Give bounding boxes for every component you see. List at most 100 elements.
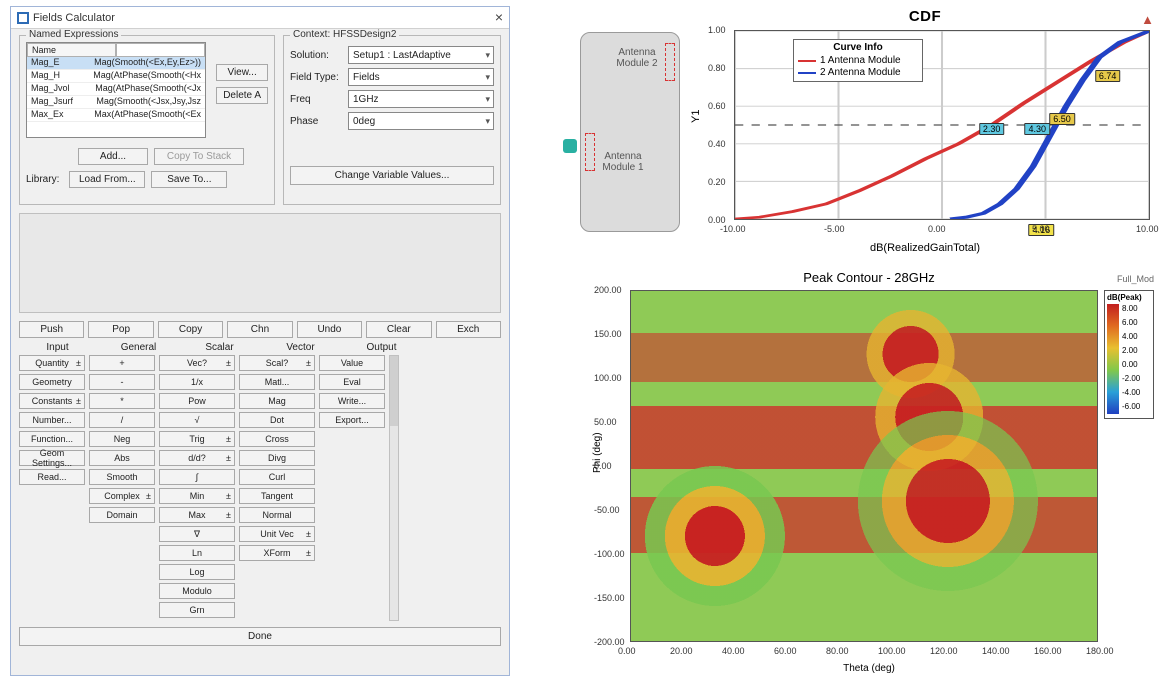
scalar-button[interactable]: Ln — [159, 545, 235, 561]
named-expr-table[interactable]: Name Mag_EMag(Smooth(<Ex,Ey,Ez>)) Mag_HM… — [26, 42, 206, 138]
vector-button[interactable]: Unit Vec± — [239, 526, 315, 542]
change-variable-values-button[interactable]: Change Variable Values... — [290, 166, 494, 185]
scalar-button[interactable]: Grn — [159, 602, 235, 618]
output-button[interactable]: Value — [319, 355, 385, 371]
cdf-title: CDF — [692, 8, 1158, 25]
heatmap-plot-area[interactable] — [630, 290, 1098, 642]
general-button[interactable]: Complex± — [89, 488, 155, 504]
view-button[interactable]: View... — [216, 64, 268, 81]
heatmap-x-tick: 60.00 — [774, 646, 797, 656]
general-button[interactable]: + — [89, 355, 155, 371]
table-row[interactable]: Mag_JvolMag(AtPhase(Smooth(<Jx — [27, 83, 205, 96]
table-row[interactable]: Mag_HMag(AtPhase(Smooth(<Hx — [27, 70, 205, 83]
general-button[interactable]: Domain — [89, 507, 155, 523]
input-button[interactable]: Function... — [19, 431, 85, 447]
col-header-name[interactable]: Name — [27, 43, 116, 57]
chn-button[interactable]: Chn — [227, 321, 292, 338]
vector-button[interactable]: Tangent — [239, 488, 315, 504]
heatmap-colorbar[interactable]: dB(Peak) 8.006.004.002.000.00-2.00-4.00-… — [1104, 290, 1154, 419]
input-button[interactable]: Constants± — [19, 393, 85, 409]
col-header-blank[interactable] — [116, 43, 205, 57]
pop-button[interactable]: Pop — [88, 321, 153, 338]
antenna-module-1-outline — [585, 133, 595, 171]
general-button[interactable]: * — [89, 393, 155, 409]
close-icon[interactable]: × — [495, 9, 503, 25]
vector-button[interactable]: Cross — [239, 431, 315, 447]
scalar-button[interactable]: Min± — [159, 488, 235, 504]
table-row[interactable]: Mag_EMag(Smooth(<Ex,Ey,Ez>)) — [27, 57, 205, 70]
cdf-marker[interactable]: 6.50 — [1049, 113, 1075, 125]
general-button[interactable]: Neg — [89, 431, 155, 447]
cdf-y-axis-label: Y1 — [690, 110, 702, 123]
exch-button[interactable]: Exch — [436, 321, 501, 338]
scalar-button[interactable]: ∫ — [159, 469, 235, 485]
columns-scrollbar[interactable] — [389, 355, 399, 621]
heatmap-title: Peak Contour - 28GHz — [580, 270, 1158, 285]
formula-display[interactable] — [19, 213, 501, 313]
scalar-button[interactable]: d/d?± — [159, 450, 235, 466]
table-row[interactable]: Max_ExMax(AtPhase(Smooth(<Ex — [27, 109, 205, 122]
vector-button[interactable]: Divg — [239, 450, 315, 466]
cdf-marker[interactable]: 4.30 — [1024, 123, 1050, 135]
vector-button[interactable]: Dot — [239, 412, 315, 428]
heatmap-y-tick: 50.00 — [594, 417, 617, 427]
input-button[interactable]: Geometry — [19, 374, 85, 390]
table-row[interactable]: Mag_JsurfMag(Smooth(<Jsx,Jsy,Jsz — [27, 96, 205, 109]
scalar-button[interactable]: Trig± — [159, 431, 235, 447]
freq-dropdown[interactable]: 1GHz — [348, 90, 494, 108]
input-button[interactable]: Geom Settings... — [19, 450, 85, 466]
cdf-plot-area[interactable]: Curve Info 1 Antenna Module 2 Antenna Mo… — [734, 30, 1150, 220]
general-button[interactable]: Smooth — [89, 469, 155, 485]
phase-dropdown[interactable]: 0deg — [348, 112, 494, 130]
general-column: + - * / Neg Abs Smooth Complex± Domain — [89, 355, 155, 621]
scalar-button[interactable]: 1/x — [159, 374, 235, 390]
warning-icon[interactable]: ▲ — [1141, 12, 1154, 27]
vector-button[interactable]: Matl... — [239, 374, 315, 390]
clear-button[interactable]: Clear — [366, 321, 431, 338]
dialog-titlebar[interactable]: Fields Calculator × — [11, 7, 509, 29]
app-icon — [17, 12, 29, 24]
heatmap-y-tick: -200.00 — [594, 637, 625, 647]
save-to-button[interactable]: Save To... — [151, 171, 227, 188]
input-button[interactable]: Quantity± — [19, 355, 85, 371]
general-button[interactable]: Abs — [89, 450, 155, 466]
scalar-button[interactable]: ∇ — [159, 526, 235, 542]
input-button[interactable]: Number... — [19, 412, 85, 428]
input-column: Quantity± Geometry Constants± Number... Func… — [19, 355, 85, 621]
done-button[interactable]: Done — [19, 627, 501, 646]
scalar-column: Vec?± 1/x Pow √ Trig± d/d?± ∫ Min± Max± ∇ Ln Log Mod… — [159, 355, 235, 621]
push-button[interactable]: Push — [19, 321, 84, 338]
output-button[interactable]: Eval — [319, 374, 385, 390]
vector-button[interactable]: Normal — [239, 507, 315, 523]
input-button[interactable]: Read... — [19, 469, 85, 485]
copy-button[interactable]: Copy — [158, 321, 223, 338]
undo-button[interactable]: Undo — [297, 321, 362, 338]
scalar-button[interactable]: Vec?± — [159, 355, 235, 371]
vector-button[interactable]: Mag — [239, 393, 315, 409]
heatmap-canvas — [631, 291, 1097, 641]
cdf-marker[interactable]: 2.30 — [979, 123, 1005, 135]
load-from-button[interactable]: Load From... — [69, 171, 145, 188]
add-button[interactable]: Add... — [78, 148, 148, 165]
delete-all-button[interactable]: Delete A — [216, 87, 268, 104]
scalar-button[interactable]: √ — [159, 412, 235, 428]
cdf-marker[interactable]: 6.74 — [1095, 70, 1121, 82]
scalar-button[interactable]: Log — [159, 564, 235, 580]
fieldtype-dropdown[interactable]: Fields — [348, 68, 494, 86]
fieldtype-label: Field Type: — [290, 72, 342, 83]
general-button[interactable]: / — [89, 412, 155, 428]
fields-calculator-dialog: Fields Calculator × Named Expressions Na… — [10, 6, 510, 676]
copy-to-stack-button[interactable]: Copy To Stack — [154, 148, 244, 165]
scalar-button[interactable]: Modulo — [159, 583, 235, 599]
general-button[interactable]: - — [89, 374, 155, 390]
solution-dropdown[interactable]: Setup1 : LastAdaptive — [348, 46, 494, 64]
vector-button[interactable]: XForm± — [239, 545, 315, 561]
cdf-legend[interactable]: Curve Info 1 Antenna Module 2 Antenna Mo… — [793, 39, 923, 82]
colorbar-tick: -6.00 — [1122, 402, 1151, 416]
scalar-button[interactable]: Pow — [159, 393, 235, 409]
vector-button[interactable]: Curl — [239, 469, 315, 485]
scalar-button[interactable]: Max± — [159, 507, 235, 523]
output-button[interactable]: Write... — [319, 393, 385, 409]
output-button[interactable]: Export... — [319, 412, 385, 428]
vector-button[interactable]: Scal?± — [239, 355, 315, 371]
